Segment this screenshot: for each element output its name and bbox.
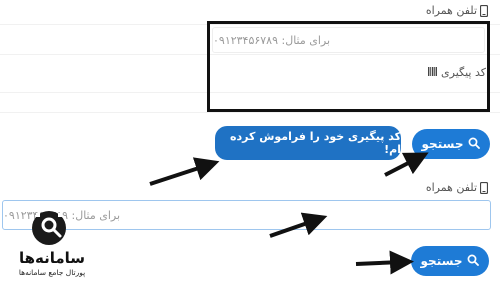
logo-brand-name: سامانه‌ها [18, 249, 86, 267]
site-logo: سامانه‌ها پورتال جامع سامانه‌ها [5, 200, 99, 280]
logo-emblem-icon [27, 208, 71, 252]
logo-tagline: پورتال جامع سامانه‌ها [18, 268, 86, 277]
